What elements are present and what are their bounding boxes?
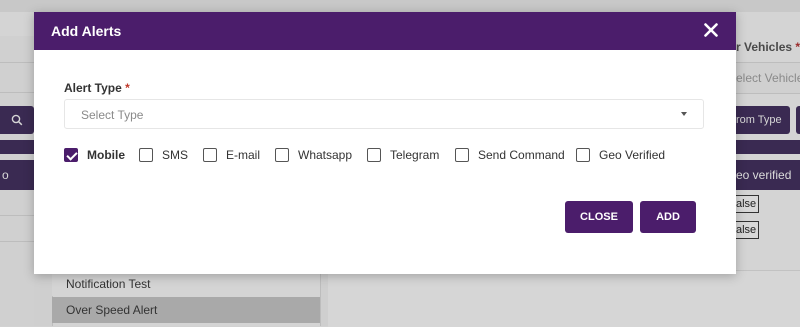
close-icon[interactable] (700, 19, 722, 41)
checkbox-send-command[interactable]: Send Command (455, 147, 565, 163)
background-select-vehicle: elect Vehicle (736, 62, 800, 94)
divider (0, 215, 34, 216)
checkbox-whatsapp[interactable]: Whatsapp (275, 147, 352, 163)
checkbox-empty-icon (455, 148, 469, 162)
background-vehicles-label: r Vehicles * (736, 40, 800, 54)
add-button[interactable]: ADD (640, 201, 696, 233)
add-alerts-modal: Add Alerts Alert Type * Select Type Mobi… (34, 12, 736, 274)
divider (0, 241, 34, 242)
list-item: Over Speed Alert (52, 297, 320, 323)
checkbox-mobile[interactable]: Mobile (64, 147, 125, 163)
checkbox-checked-icon (64, 148, 78, 162)
background-table-header-left: o (0, 160, 34, 190)
chevron-down-icon (681, 112, 687, 116)
required-mark: * (125, 81, 130, 95)
checkbox-email[interactable]: E-mail (203, 147, 260, 163)
background-band (0, 140, 34, 154)
close-button[interactable]: CLOSE (565, 201, 633, 233)
checkbox-sms[interactable]: SMS (139, 147, 188, 163)
alert-type-placeholder: Select Type (81, 108, 144, 122)
checkbox-empty-icon (203, 148, 217, 162)
alert-type-label: Alert Type * (64, 81, 130, 95)
checkbox-empty-icon (576, 148, 590, 162)
background-top-strip (0, 0, 800, 12)
search-icon (11, 114, 23, 126)
checkbox-telegram[interactable]: Telegram (367, 147, 439, 163)
background-button-edge (796, 106, 800, 134)
modal-header: Add Alerts (34, 12, 736, 50)
background-list-gutter (34, 270, 53, 326)
background-from-type-button: rom Type (736, 106, 790, 134)
background-search-button (0, 106, 34, 134)
false-badge: alse (736, 195, 759, 213)
modal-title: Add Alerts (51, 23, 122, 39)
checkbox-empty-icon (139, 148, 153, 162)
background-geo-verified-header: eo verified (736, 160, 800, 190)
checkbox-empty-icon (275, 148, 289, 162)
divider (0, 62, 34, 63)
checkbox-geo-verified[interactable]: Geo Verified (576, 147, 665, 163)
background-band (736, 140, 800, 154)
checkbox-empty-icon (367, 148, 381, 162)
background-right-panel (328, 270, 800, 327)
divider (0, 92, 34, 93)
table-header-fragment: o (2, 168, 9, 182)
alert-type-select[interactable]: Select Type (64, 99, 704, 129)
false-badge: alse (736, 221, 759, 239)
